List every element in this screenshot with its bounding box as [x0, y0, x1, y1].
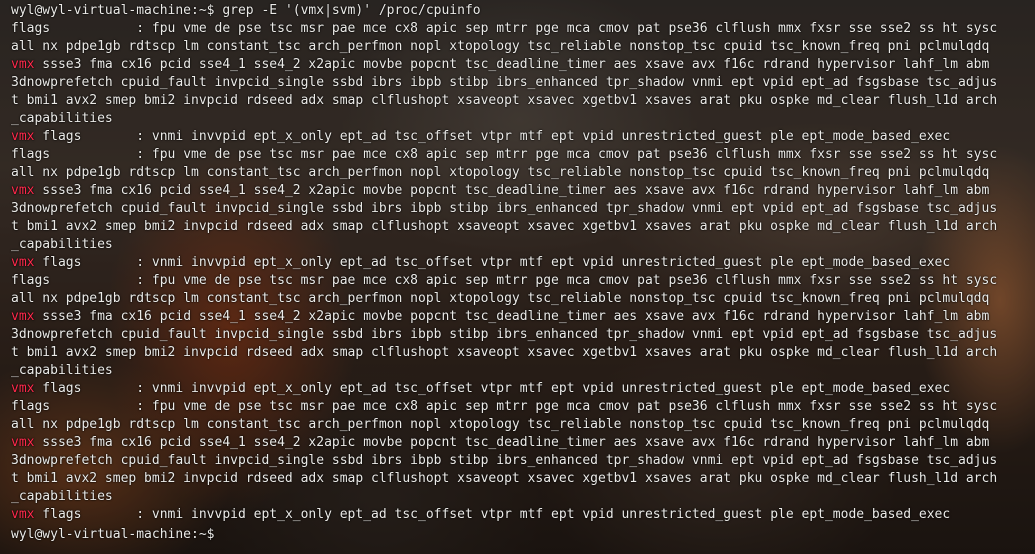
vmx-flags-values: flags : vnmi invvpid ept_x_only ept_ad t… [34, 129, 951, 144]
vmx-match-highlight: vmx [11, 309, 35, 324]
flags-continuation-line: all nx pdpe1gb rdtscp lm constant_tsc ar… [11, 290, 1035, 308]
flags-continuation-line: t bmi1 avx2 smep bmi2 invpcid rdseed adx… [11, 92, 1035, 110]
vmx-match-highlight: vmx [11, 183, 35, 198]
vmx-flags-line: vmx flags : vnmi invvpid ept_x_only ept_… [11, 380, 1035, 398]
flags-continuation-line: 3dnowprefetch cpuid_fault invpcid_single… [11, 452, 1035, 470]
vmx-flags-line: vmx flags : vnmi invvpid ept_x_only ept_… [11, 506, 1035, 524]
flags-values: all nx pdpe1gb rdtscp lm constant_tsc ar… [11, 291, 990, 306]
flags-values: ssse3 fma cx16 pcid sse4_1 sse4_2 x2apic… [34, 183, 990, 198]
grep-results: flags : fpu vme de pse tsc msr pae mce c… [11, 20, 1035, 524]
vmx-match-highlight: vmx [11, 435, 35, 450]
flags-values: : fpu vme de pse tsc msr pae mce cx8 api… [50, 147, 998, 162]
flags-values: t bmi1 avx2 smep bmi2 invpcid rdseed adx… [11, 471, 998, 486]
flags-continuation-line: _capabilities [11, 110, 1035, 128]
vmx-match-highlight: vmx [11, 255, 35, 270]
flags-continuation-line: _capabilities [11, 488, 1035, 506]
flags-values: _capabilities [11, 489, 113, 504]
flags-values: _capabilities [11, 363, 113, 378]
flags-values: all nx pdpe1gb rdtscp lm constant_tsc ar… [11, 39, 990, 54]
flags-continuation-line: all nx pdpe1gb rdtscp lm constant_tsc ar… [11, 38, 1035, 56]
vmx-flags-line: vmx flags : vnmi invvpid ept_x_only ept_… [11, 128, 1035, 146]
final-prompt-line[interactable]: wyl@wyl-virtual-machine:~$ [11, 524, 1035, 542]
terminal-output[interactable]: wyl@wyl-virtual-machine:~$ grep -E '(vmx… [0, 0, 1035, 542]
flags-values: all nx pdpe1gb rdtscp lm constant_tsc ar… [11, 165, 990, 180]
flags-continuation-line: vmx ssse3 fma cx16 pcid sse4_1 sse4_2 x2… [11, 434, 1035, 452]
vmx-match-highlight: vmx [11, 381, 35, 396]
flags-line: flags : fpu vme de pse tsc msr pae mce c… [11, 146, 1035, 164]
flags-continuation-line: vmx ssse3 fma cx16 pcid sse4_1 sse4_2 x2… [11, 308, 1035, 326]
shell-prompt: wyl@wyl-virtual-machine:~$ [11, 527, 215, 542]
vmx-match-highlight: vmx [11, 129, 35, 144]
flags-line: flags : fpu vme de pse tsc msr pae mce c… [11, 398, 1035, 416]
flags-values: ssse3 fma cx16 pcid sse4_1 sse4_2 x2apic… [34, 309, 990, 324]
flags-values: 3dnowprefetch cpuid_fault invpcid_single… [11, 327, 998, 342]
flags-continuation-line: 3dnowprefetch cpuid_fault invpcid_single… [11, 326, 1035, 344]
flags-label: flags [11, 21, 51, 36]
shell-prompt: wyl@wyl-virtual-machine:~$ [11, 3, 215, 18]
vmx-flags-values: flags : vnmi invvpid ept_x_only ept_ad t… [34, 507, 951, 522]
vmx-flags-line: vmx flags : vnmi invvpid ept_x_only ept_… [11, 254, 1035, 272]
flags-continuation-line: all nx pdpe1gb rdtscp lm constant_tsc ar… [11, 164, 1035, 182]
flags-values: 3dnowprefetch cpuid_fault invpcid_single… [11, 453, 998, 468]
vmx-flags-values: flags : vnmi invvpid ept_x_only ept_ad t… [34, 381, 951, 396]
flags-continuation-line: _capabilities [11, 362, 1035, 380]
flags-continuation-line: 3dnowprefetch cpuid_fault invpcid_single… [11, 74, 1035, 92]
flags-values: : fpu vme de pse tsc msr pae mce cx8 api… [50, 273, 998, 288]
flags-label: flags [11, 399, 51, 414]
flags-values: : fpu vme de pse tsc msr pae mce cx8 api… [50, 21, 998, 36]
flags-continuation-line: vmx ssse3 fma cx16 pcid sse4_1 sse4_2 x2… [11, 182, 1035, 200]
vmx-match-highlight: vmx [11, 507, 35, 522]
flags-line: flags : fpu vme de pse tsc msr pae mce c… [11, 20, 1035, 38]
flags-values: ssse3 fma cx16 pcid sse4_1 sse4_2 x2apic… [34, 57, 990, 72]
flags-values: 3dnowprefetch cpuid_fault invpcid_single… [11, 201, 998, 216]
flags-values: ssse3 fma cx16 pcid sse4_1 sse4_2 x2apic… [34, 435, 990, 450]
flags-label: flags [11, 147, 51, 162]
flags-line: flags : fpu vme de pse tsc msr pae mce c… [11, 272, 1035, 290]
flags-label: flags [11, 273, 51, 288]
text-cursor [215, 524, 216, 538]
vmx-flags-values: flags : vnmi invvpid ept_x_only ept_ad t… [34, 255, 951, 270]
flags-continuation-line: 3dnowprefetch cpuid_fault invpcid_single… [11, 200, 1035, 218]
command-line: wyl@wyl-virtual-machine:~$ grep -E '(vmx… [11, 2, 1035, 20]
flags-values: 3dnowprefetch cpuid_fault invpcid_single… [11, 75, 998, 90]
flags-values: t bmi1 avx2 smep bmi2 invpcid rdseed adx… [11, 93, 998, 108]
flags-values: _capabilities [11, 111, 113, 126]
flags-values: all nx pdpe1gb rdtscp lm constant_tsc ar… [11, 417, 990, 432]
terminal-window[interactable]: wyl@wyl-virtual-machine:~$ grep -E '(vmx… [0, 0, 1035, 554]
command-text: grep -E '(vmx|svm)' /proc/cpuinfo [214, 3, 481, 18]
vmx-match-highlight: vmx [11, 57, 35, 72]
flags-continuation-line: vmx ssse3 fma cx16 pcid sse4_1 sse4_2 x2… [11, 56, 1035, 74]
flags-continuation-line: all nx pdpe1gb rdtscp lm constant_tsc ar… [11, 416, 1035, 434]
flags-continuation-line: t bmi1 avx2 smep bmi2 invpcid rdseed adx… [11, 344, 1035, 362]
flags-continuation-line: t bmi1 avx2 smep bmi2 invpcid rdseed adx… [11, 218, 1035, 236]
flags-values: t bmi1 avx2 smep bmi2 invpcid rdseed adx… [11, 219, 998, 234]
flags-values: t bmi1 avx2 smep bmi2 invpcid rdseed adx… [11, 345, 998, 360]
flags-values: : fpu vme de pse tsc msr pae mce cx8 api… [50, 399, 998, 414]
flags-continuation-line: _capabilities [11, 236, 1035, 254]
flags-values: _capabilities [11, 237, 113, 252]
flags-continuation-line: t bmi1 avx2 smep bmi2 invpcid rdseed adx… [11, 470, 1035, 488]
